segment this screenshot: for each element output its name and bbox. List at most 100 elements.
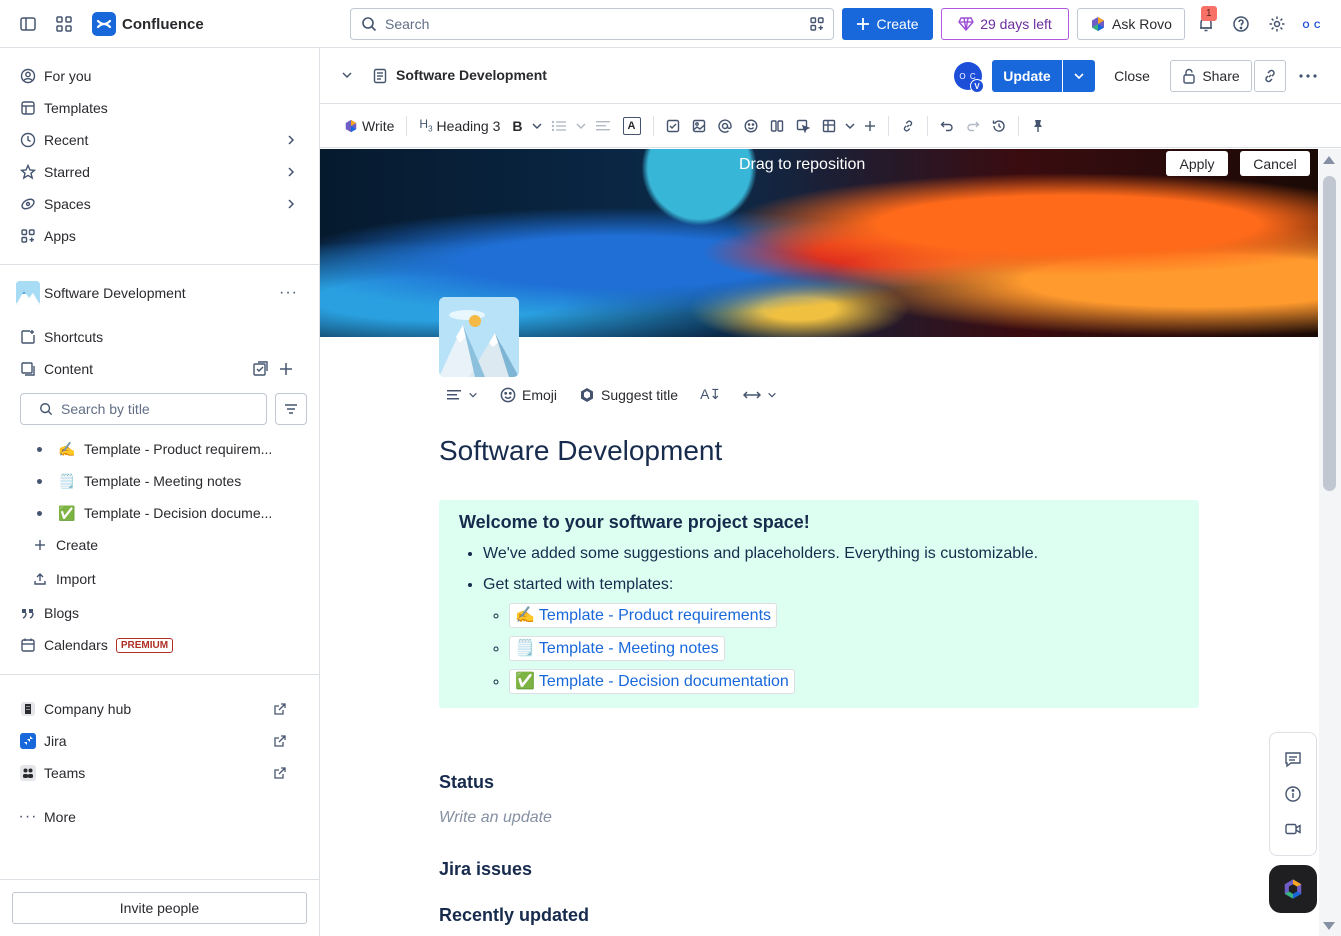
rovo-chat-button[interactable] [1269, 865, 1317, 913]
welcome-panel[interactable]: Welcome to your software project space! … [439, 500, 1199, 708]
cancel-button[interactable]: Cancel [1240, 151, 1310, 176]
search-filter-icon[interactable] [809, 16, 825, 32]
confluence-logo[interactable]: Confluence [92, 12, 204, 36]
emoji-button[interactable] [738, 112, 764, 140]
sidebar-create-button[interactable]: Create [24, 529, 308, 561]
comment-icon[interactable] [1284, 750, 1302, 768]
collapse-chevron-icon[interactable] [340, 68, 354, 82]
template-link-card[interactable]: 🗒️Template - Meeting notes [509, 636, 725, 661]
copy-link-button[interactable] [1254, 60, 1286, 92]
update-options-button[interactable] [1063, 60, 1095, 92]
sidebar-item-company-hub[interactable]: Company hub [12, 693, 308, 725]
action-item-button[interactable] [660, 112, 686, 140]
scroll-up-arrow-icon[interactable] [1323, 156, 1335, 164]
text-style-dropdown[interactable]: H3 Heading 3 [413, 112, 506, 140]
chevron-right-icon[interactable] [286, 199, 296, 209]
sidebar-item-teams[interactable]: Teams [12, 757, 308, 789]
sidebar-item-jira[interactable]: Jira [12, 725, 308, 757]
image-button[interactable] [686, 112, 712, 140]
create-from-template-icon[interactable] [252, 361, 268, 377]
version-history-button[interactable] [986, 112, 1012, 140]
sidebar-item-calendars[interactable]: Calendars PREMIUM [12, 629, 308, 661]
settings-gear-icon[interactable] [1263, 10, 1291, 38]
sidebar-item-content[interactable]: Content [12, 353, 308, 385]
close-button[interactable]: Close [1102, 60, 1162, 92]
title-alignment-dropdown[interactable] [446, 388, 478, 402]
app-switcher-icon[interactable] [50, 10, 78, 38]
invite-people-button[interactable]: Invite people [12, 892, 307, 924]
search-input[interactable]: Search [350, 8, 834, 40]
insert-link-button[interactable] [895, 112, 921, 140]
tree-item[interactable]: 🗒️ Template - Meeting notes [28, 465, 298, 497]
page-emoji-mountain-icon[interactable] [439, 297, 519, 377]
space-header[interactable]: Software Development ··· [12, 277, 308, 309]
filter-button[interactable] [275, 393, 307, 425]
mention-button[interactable] [712, 112, 738, 140]
bold-button[interactable]: B [506, 112, 528, 140]
ask-rovo-button[interactable]: Ask Rovo [1077, 8, 1185, 40]
image-icon [692, 119, 706, 133]
layouts-button[interactable] [764, 112, 790, 140]
sidebar-item-more[interactable]: ··· More [12, 801, 308, 833]
more-horizontal-icon[interactable]: ··· [279, 284, 298, 302]
insert-more-button[interactable] [858, 112, 882, 140]
sidebar-item-spaces[interactable]: Spaces [12, 188, 308, 220]
add-content-plus-icon[interactable] [278, 361, 294, 377]
template-link-card[interactable]: ✅Template - Decision documentation [509, 669, 795, 694]
search-by-title-input[interactable]: Search by title [20, 393, 267, 425]
bullet-list-button[interactable] [545, 112, 573, 140]
list-chevron-icon[interactable] [573, 112, 589, 140]
sidebar-item-apps[interactable]: Apps [12, 220, 308, 252]
breadcrumb-page-title[interactable]: Software Development [396, 67, 547, 83]
scrollbar-thumb[interactable] [1323, 176, 1336, 491]
panel-list: We've added some suggestions and placeho… [459, 543, 1179, 694]
sidebar-item-for-you[interactable]: For you [12, 60, 308, 92]
tree-item[interactable]: ✅ Template - Decision docume... [28, 497, 298, 529]
info-icon[interactable] [1284, 785, 1302, 803]
link-icon [1262, 68, 1278, 84]
more-formatting-chevron-icon[interactable] [529, 112, 545, 140]
table-button[interactable] [816, 112, 842, 140]
import-icon [32, 571, 48, 587]
update-button[interactable]: Update [992, 60, 1062, 92]
scroll-down-arrow-icon[interactable] [1323, 922, 1335, 930]
share-button[interactable]: Share [1170, 60, 1252, 92]
suggest-title-button[interactable]: Suggest title [579, 387, 678, 403]
more-actions-icon[interactable] [1296, 64, 1320, 88]
ask-rovo-label: Ask Rovo [1112, 16, 1172, 32]
tree-item[interactable]: ✍️ Template - Product requirem... [28, 433, 298, 465]
status-placeholder[interactable]: Write an update [439, 809, 552, 827]
table-icon [822, 119, 836, 133]
text-size-button[interactable]: A↧ [700, 386, 721, 403]
chevron-right-icon[interactable] [286, 135, 296, 145]
help-icon[interactable] [1227, 10, 1255, 38]
apply-button[interactable]: Apply [1166, 151, 1228, 176]
pin-toolbar-button[interactable] [1025, 112, 1051, 140]
video-icon[interactable] [1284, 820, 1302, 838]
create-button[interactable]: Create [842, 8, 933, 40]
write-button[interactable]: Write [338, 112, 400, 140]
add-emoji-button[interactable]: Emoji [500, 387, 557, 403]
create-diagram-button[interactable] [790, 112, 816, 140]
sidebar-item-templates[interactable]: Templates [12, 92, 308, 124]
redo-button[interactable] [960, 112, 986, 140]
sidebar-item-starred[interactable]: Starred [12, 156, 308, 188]
sidebar-item-shortcuts[interactable]: Shortcuts [12, 321, 308, 353]
sidebar-toggle-icon[interactable] [14, 10, 42, 38]
sidebar-item-recent[interactable]: Recent [12, 124, 308, 156]
list-item-text: We've added some suggestions and placeho… [483, 545, 1039, 562]
sidebar-item-blogs[interactable]: Blogs [12, 597, 308, 629]
trial-button[interactable]: 29 days left [941, 8, 1069, 40]
table-chevron-icon[interactable] [842, 112, 858, 140]
undo-button[interactable] [934, 112, 960, 140]
user-avatar[interactable]: O C [1299, 12, 1325, 38]
page-title[interactable]: Software Development [439, 435, 722, 467]
trial-label: 29 days left [980, 16, 1052, 32]
template-link-card[interactable]: ✍️Template - Product requirements [509, 603, 778, 628]
sidebar-import-button[interactable]: Import [24, 563, 308, 595]
text-color-button[interactable]: A [617, 112, 647, 140]
align-button[interactable] [589, 112, 617, 140]
page-width-dropdown[interactable] [743, 389, 777, 401]
chevron-right-icon[interactable] [286, 167, 296, 177]
confluence-logo-icon [92, 12, 116, 36]
